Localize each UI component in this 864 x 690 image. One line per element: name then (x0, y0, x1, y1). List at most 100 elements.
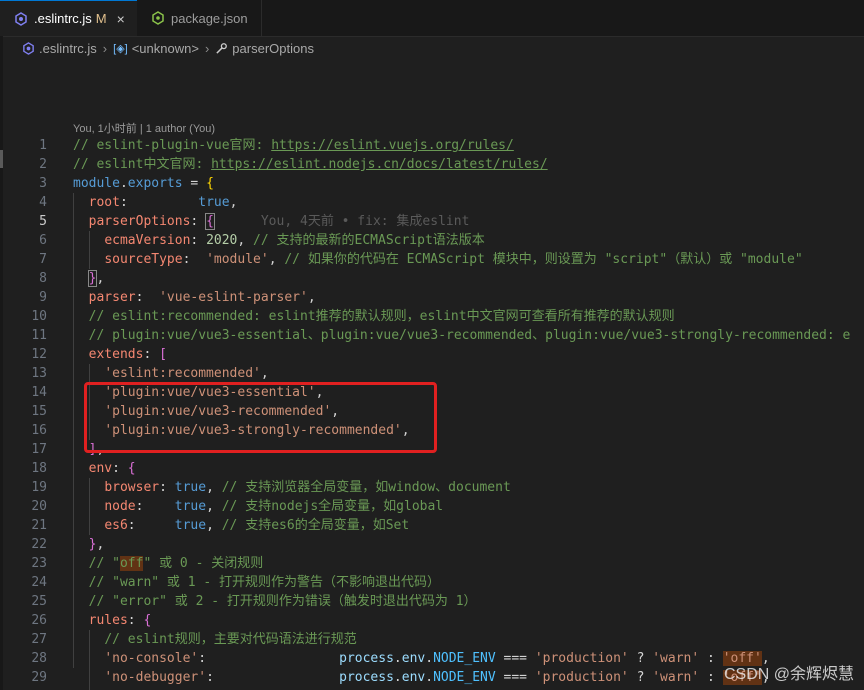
editor-tab-bar: .eslintrc.js M × package.json (0, 0, 864, 37)
identifier: process (339, 651, 394, 666)
comment: // 支持的最新的ECMAScript语法版本 (253, 233, 485, 248)
code-line: 5 parserOptions: { You, 4天前 • fix: 集成esl… (0, 212, 864, 231)
line-number: 13 (31, 366, 47, 381)
tab-label: package.json (171, 10, 248, 26)
line-number: 22 (31, 537, 47, 552)
property-key: ecmaVersion (104, 233, 191, 248)
code-line: 23 // "off" 或 0 - 关闭规则 (0, 554, 864, 573)
code-line: 9 parser: 'vue-eslint-parser', (0, 288, 864, 307)
property-key: extends (88, 347, 144, 362)
operator: === (495, 651, 535, 666)
eslint-icon (22, 41, 35, 55)
value: 'warn' (652, 670, 700, 685)
property-key: node (104, 499, 136, 514)
wrench-icon (215, 42, 228, 55)
breadcrumb-file[interactable]: .eslintrc.js (39, 41, 97, 56)
comment: // 支持nodejs全局变量，如global (221, 499, 444, 514)
line-number: 19 (31, 480, 47, 495)
code-line: 19 browser: true, // 支持浏览器全局变量，如window、d… (0, 478, 864, 497)
line-number: 14 (31, 385, 47, 400)
eslint-icon (14, 11, 28, 26)
line-number: 27 (31, 632, 47, 647)
comment: // 如果你的代码在 ECMAScript 模块中，则设置为 "script"（… (284, 252, 803, 267)
identifier: NODE_ENV (433, 651, 496, 666)
line-number: 1 (39, 138, 47, 153)
code-line: 2 // eslint中文官网: https://eslint.nodejs.cn… (0, 155, 864, 174)
value: true (174, 499, 207, 514)
line-number: 11 (31, 328, 47, 343)
property-key: rules (88, 613, 128, 628)
rule-name: 'no-console' (104, 651, 199, 666)
codelens-authors[interactable]: You, 1小时前 | 1 author (You) (73, 120, 215, 136)
value: true (174, 518, 207, 533)
line-number: 5 (39, 214, 47, 229)
property-key: parserOptions (88, 214, 191, 229)
comment: // eslint规则，主要对代码语法进行规范 (104, 632, 357, 647)
modified-indicator: M (95, 11, 107, 26)
inline-blame: You, 4天前 • fix: 集成eslint (260, 214, 470, 229)
comment: " 或 0 - 关闭规则 (143, 556, 264, 571)
line-number: 29 (31, 670, 47, 685)
json-icon (151, 11, 165, 25)
breadcrumb-property[interactable]: parserOptions (232, 41, 314, 56)
line-number: 6 (39, 233, 47, 248)
line-number: 12 (31, 347, 47, 362)
identifier: env (401, 651, 426, 666)
line-number: 9 (39, 290, 47, 305)
property-key: root (88, 195, 120, 210)
comment: // " (88, 556, 120, 571)
value: 2020 (206, 233, 238, 248)
line-number: 10 (31, 309, 47, 324)
line-number: 26 (31, 613, 47, 628)
comment: // 支持es6的全局变量，如Set (221, 518, 410, 533)
value: 'module' (206, 252, 269, 267)
line-number: 16 (31, 423, 47, 438)
identifier: process (339, 670, 394, 685)
search-highlight: off (119, 556, 144, 571)
symbol-object-icon: [◈] (113, 42, 128, 55)
line-number: 3 (39, 176, 47, 191)
link[interactable]: https://eslint.vuejs.org/rules/ (271, 138, 514, 153)
identifier: env (401, 670, 426, 685)
value: 'vue-eslint-parser' (159, 290, 308, 305)
identifier: exports (127, 176, 183, 191)
line-number: 18 (31, 461, 47, 476)
tab-eslintrc[interactable]: .eslintrc.js M × (0, 0, 137, 36)
code-line: 26 rules: { (0, 611, 864, 630)
chevron-right-icon: › (102, 40, 108, 56)
line-number: 7 (39, 252, 47, 267)
code-line: 22 }, (0, 535, 864, 554)
property-key: browser (104, 480, 160, 495)
value: true (174, 480, 207, 495)
property-key: es6 (104, 518, 128, 533)
comment: // "warn" 或 1 - 打开规则作为警告（不影响退出代码） (88, 575, 441, 590)
line-number: 28 (31, 651, 47, 666)
property-key: env (88, 461, 113, 476)
rule-name: 'no-debugger' (104, 670, 207, 685)
code-line: 11 // plugin:vue/vue3-essential、plugin:v… (0, 326, 864, 345)
code-line: 3 module.exports = { (0, 174, 864, 193)
property-key: sourceType (104, 252, 183, 267)
watermark: CSDN @余辉烬慧 (724, 666, 855, 683)
line-number: 21 (31, 518, 47, 533)
identifier: module (73, 176, 120, 191)
comment: // eslint中文官网: (73, 157, 212, 172)
value: 'production' (534, 670, 629, 685)
close-icon[interactable]: × (117, 11, 125, 27)
code-line: 24 // "warn" 或 1 - 打开规则作为警告（不影响退出代码） (0, 573, 864, 592)
code-line: 1 // eslint-plugin-vue官网: https://eslint.… (0, 136, 864, 155)
breadcrumb: .eslintrc.js › [◈] <unknown> › parserOpt… (0, 37, 864, 59)
line-number: 24 (31, 575, 47, 590)
value: 'warn' (652, 651, 700, 666)
code-line: 10 // eslint:recommended: eslint推荐的默认规则，… (0, 307, 864, 326)
code-line: 12 extends: [ (0, 345, 864, 364)
comment: // "error" 或 2 - 打开规则作为错误（触发时退出代码为 1） (88, 594, 477, 609)
tab-package-json[interactable]: package.json (137, 0, 262, 36)
code-line: 21 es6: true, // 支持es6的全局变量，如Set (0, 516, 864, 535)
link[interactable]: https://eslint.nodejs.cn/docs/latest/rul… (211, 157, 548, 172)
line-number: 20 (31, 499, 47, 514)
breadcrumb-symbol[interactable]: <unknown> (132, 41, 199, 56)
code-line: 20 node: true, // 支持nodejs全局变量，如global (0, 497, 864, 516)
comment: // eslint:recommended: eslint推荐的默认规则，esl… (88, 309, 675, 324)
code-line: 4 root: true, (0, 193, 864, 212)
